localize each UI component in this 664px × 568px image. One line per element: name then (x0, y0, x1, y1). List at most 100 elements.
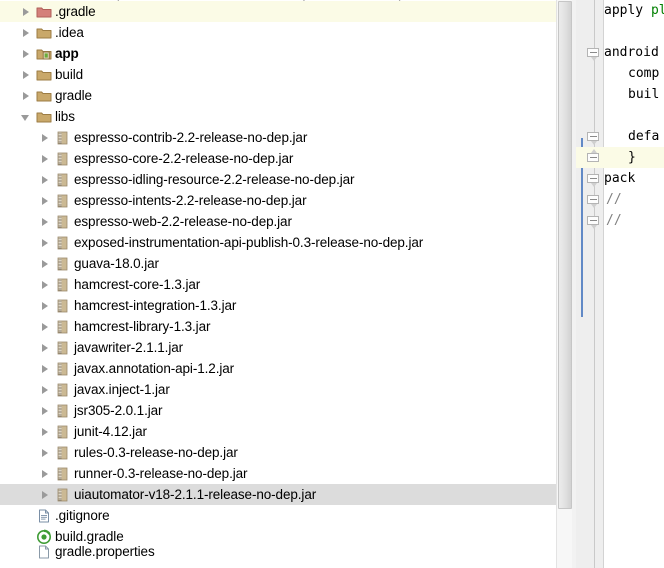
twisty-right-icon[interactable] (39, 253, 54, 274)
editor-line-9[interactable]: pack (604, 168, 635, 189)
tree-row-build[interactable]: build (0, 64, 556, 85)
tree-row-gradle[interactable]: .gradle (0, 1, 556, 22)
tree-item-label: hamcrest-integration-1.3.jar (74, 298, 237, 313)
twisty-right-icon[interactable] (39, 148, 54, 169)
twisty-right-icon[interactable] (39, 442, 54, 463)
tree-item-label: hamcrest-core-1.3.jar (74, 277, 201, 292)
tree-row-javax-annotation-api-1-2-jar[interactable]: javax.annotation-api-1.2.jar (0, 358, 556, 379)
tree-row-guava-18-0-jar[interactable]: guava-18.0.jar (0, 253, 556, 274)
twisty-right-icon[interactable] (39, 421, 54, 442)
twisty-right-icon[interactable] (39, 274, 54, 295)
tree-vertical-scrollbar-thumb[interactable] (558, 1, 572, 509)
tree-row-uiautomator-v18-2-1-1-release-no-dep-jar[interactable]: uiautomator-v18-2.1.1-release-no-dep.jar (0, 484, 556, 505)
text-file-icon (35, 505, 55, 526)
tree-item-label: exposed-instrumentation-api-publish-0.3-… (74, 235, 424, 250)
jar-icon (54, 232, 74, 253)
jar-icon (54, 127, 74, 148)
twisty-right-icon[interactable] (39, 400, 54, 421)
folder-icon (35, 22, 55, 43)
tree-item-label: javax.annotation-api-1.2.jar (74, 361, 235, 376)
twisty-right-icon[interactable] (39, 211, 54, 232)
editor-line-5[interactable]: buil (604, 84, 659, 105)
twisty-right-icon[interactable] (39, 379, 54, 400)
twisty-right-icon[interactable] (39, 127, 54, 148)
project-tree-panel[interactable]: HelloWorld (E:\kankan\Android studio\wor… (0, 0, 556, 568)
tree-row-gradle-properties[interactable]: gradle.properties (0, 544, 556, 559)
fold-start-icon-line-11[interactable] (587, 216, 602, 229)
twisty-right-icon[interactable] (39, 463, 54, 484)
tree-row-espresso-web-2-2-release-no-dep-jar[interactable]: espresso-web-2.2-release-no-dep.jar (0, 211, 556, 232)
tree-row-javax-inject-1-jar[interactable]: javax.inject-1.jar (0, 379, 556, 400)
editor-line-11[interactable]: // (606, 210, 622, 231)
twisty-right-icon[interactable] (20, 22, 35, 43)
tree-item-label: runner-0.3-release-no-dep.jar (74, 466, 248, 481)
jar-icon (54, 421, 74, 442)
tree-item-label: gradle.properties (55, 543, 155, 559)
tree-row-espresso-idling-resource-2-2-release-no-dep-jar[interactable]: espresso-idling-resource-2.2-release-no-… (0, 169, 556, 190)
editor-line-3[interactable]: android (604, 42, 659, 63)
tree-row-hamcrest-library-1-3-jar[interactable]: hamcrest-library-1.3.jar (0, 316, 556, 337)
tree-row-hamcrest-integration-1-3-jar[interactable]: hamcrest-integration-1.3.jar (0, 295, 556, 316)
jar-icon (54, 274, 74, 295)
tree-item-label: jsr305-2.0.1.jar (74, 403, 163, 418)
folder-icon (35, 64, 55, 85)
tree-row-idea[interactable]: .idea (0, 22, 556, 43)
tree-row-junit-4-12-jar[interactable]: junit-4.12.jar (0, 421, 556, 442)
twisty-right-icon[interactable] (39, 169, 54, 190)
twisty-right-icon[interactable] (39, 484, 54, 505)
jar-icon (54, 211, 74, 232)
editor-line-1[interactable]: apply pl (604, 0, 664, 21)
jar-icon (54, 379, 74, 400)
editor-line-text: buil (628, 87, 660, 102)
tree-item-label: libs (55, 109, 75, 124)
tree-row-espresso-contrib-2-2-release-no-dep-jar[interactable]: espresso-contrib-2.2-release-no-dep.jar (0, 127, 556, 148)
tree-row-javawriter-2-1-1-jar[interactable]: javawriter-2.1.1.jar (0, 337, 556, 358)
tree-row-espresso-intents-2-2-release-no-dep-jar[interactable]: espresso-intents-2.2-release-no-dep.jar (0, 190, 556, 211)
fold-end-icon-line-8[interactable] (587, 149, 602, 166)
tree-item-label: espresso-core-2.2-release-no-dep.jar (74, 151, 294, 166)
twisty-right-icon[interactable] (20, 85, 35, 106)
module-folder-icon (35, 43, 55, 64)
tree-row-jsr305-2-0-1-jar[interactable]: jsr305-2.0.1.jar (0, 400, 556, 421)
jar-icon (54, 337, 74, 358)
twisty-right-icon[interactable] (39, 190, 54, 211)
editor-line-7[interactable]: defa (604, 126, 659, 147)
twisty-right-icon[interactable] (39, 358, 54, 379)
tree-row-libs[interactable]: libs (0, 106, 556, 127)
fold-start-icon-line-9[interactable] (587, 174, 602, 187)
editor-line-4[interactable]: comp (604, 63, 659, 84)
editor-line-text: // (606, 192, 622, 207)
editor-line-text: pack (604, 171, 636, 186)
tree-row-app[interactable]: app (0, 43, 556, 64)
twisty-right-icon[interactable] (20, 1, 35, 22)
editor-panel[interactable]: apply pl android comp buil defa} pack // // (576, 0, 664, 568)
tree-row-runner-0-3-release-no-dep-jar[interactable]: runner-0.3-release-no-dep.jar (0, 463, 556, 484)
twisty-down-icon[interactable] (20, 106, 35, 127)
twisty-right-icon[interactable] (39, 337, 54, 358)
fold-start-icon-line-7[interactable] (587, 132, 602, 145)
tree-row-hamcrest-core-1-3-jar[interactable]: hamcrest-core-1.3.jar (0, 274, 556, 295)
tree-item-label: guava-18.0.jar (74, 256, 159, 271)
editor-line-text: } (628, 150, 636, 165)
twisty-right-icon[interactable] (39, 316, 54, 337)
tree-row-list: .gradle .idea app build gradle libs espresso-c… (0, 1, 556, 559)
twisty-right-icon[interactable] (20, 43, 35, 64)
twisty-right-icon[interactable] (39, 232, 54, 253)
fold-start-icon-line-3[interactable] (587, 48, 602, 61)
tree-row-rules-0-3-release-no-dep-jar[interactable]: rules-0.3-release-no-dep.jar (0, 442, 556, 463)
twisty-right-icon[interactable] (20, 64, 35, 85)
twisty-right-icon[interactable] (39, 295, 54, 316)
tree-row-espresso-core-2-2-release-no-dep-jar[interactable]: espresso-core-2.2-release-no-dep.jar (0, 148, 556, 169)
editor-line-10[interactable]: // (606, 189, 622, 210)
fold-region-line (594, 0, 595, 568)
tree-item-label: hamcrest-library-1.3.jar (74, 319, 211, 334)
jar-icon (54, 400, 74, 421)
fold-start-icon-line-10[interactable] (587, 195, 602, 208)
tree-row-gradle[interactable]: gradle (0, 85, 556, 106)
tree-item-label: .idea (55, 25, 84, 40)
editor-code-area[interactable]: apply pl android comp buil defa} pack // // (576, 0, 664, 568)
tree-item-label: uiautomator-v18-2.1.1-release-no-dep.jar (74, 487, 317, 502)
tree-item-label: espresso-contrib-2.2-release-no-dep.jar (74, 130, 308, 145)
tree-row-gitignore[interactable]: .gitignore (0, 505, 556, 526)
tree-row-exposed-instrumentation-api-publish-0-3-release-no-dep-jar[interactable]: exposed-instrumentation-api-publish-0.3-… (0, 232, 556, 253)
